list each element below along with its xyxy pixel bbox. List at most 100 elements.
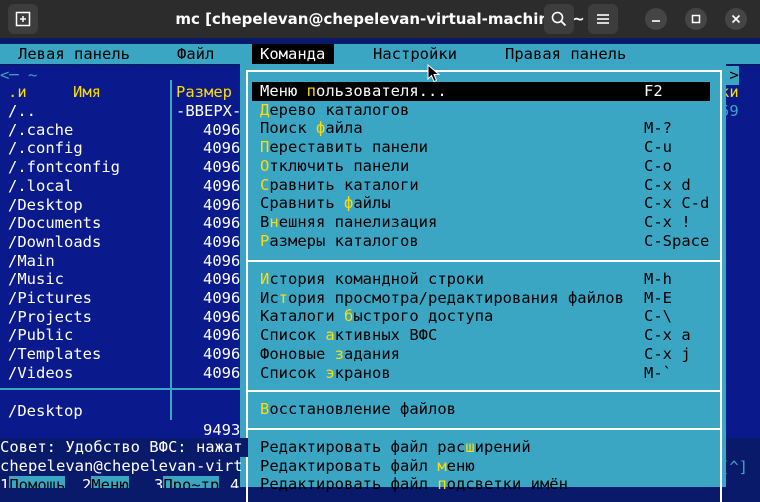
menu-item-hotkey: В: [260, 400, 270, 418]
file-row-name[interactable]: /Documents: [8, 214, 101, 233]
menu-item-text: адания: [344, 344, 400, 363]
file-row-name[interactable]: /.config: [8, 139, 83, 158]
file-row-name[interactable]: /.cache: [8, 121, 73, 140]
menu-item[interactable]: Меню пользователя...: [260, 82, 447, 101]
menu-item-text: Список: [260, 326, 326, 345]
menu-item[interactable]: Список активных ВФС: [260, 326, 437, 345]
menu-item[interactable]: Дерево каталогов: [260, 101, 409, 120]
file-row-name[interactable]: /Desktop: [8, 196, 83, 215]
file-row-name[interactable]: /Projects: [8, 308, 92, 327]
menu-item-shortcut: C-x a: [644, 326, 691, 345]
menu-command-label: Команда: [260, 45, 326, 63]
fkey-label: Про~тр: [163, 476, 220, 488]
menu-item[interactable]: История командной строки: [260, 270, 484, 289]
file-row-name[interactable]: /Music: [8, 270, 64, 289]
menu-item[interactable]: Сравнить файлы: [260, 194, 391, 213]
menu-item[interactable]: Фоновые задания: [260, 345, 400, 364]
menu-item-hotkey: П: [260, 138, 270, 157]
file-row-name[interactable]: /Videos: [8, 364, 73, 383]
menu-file[interactable]: Файл: [177, 45, 214, 64]
menu-item-shortcut: C-x j: [644, 344, 691, 363]
file-row-name[interactable]: /Public: [8, 326, 73, 345]
menu-item-shortcut: C-x !: [644, 212, 691, 231]
menu-button[interactable]: [588, 4, 618, 34]
menu-options[interactable]: Настройки: [373, 45, 457, 64]
file-row-size: 4096: [203, 363, 241, 382]
menu-item[interactable]: Поиск файла: [260, 119, 363, 138]
file-row-size: 4096: [203, 270, 241, 289]
right-panel[interactable]: ]> ки 59 [^]: [720, 66, 760, 476]
menu-item-text: Каталоги: [260, 307, 344, 326]
file-row-size: 4096: [203, 214, 241, 233]
file-row-name[interactable]: /.local: [8, 177, 73, 196]
file-row-name[interactable]: /..: [8, 102, 36, 121]
menu-item[interactable]: Размеры каталогов: [260, 232, 419, 251]
file-row-name[interactable]: /.fontconfig: [8, 158, 120, 177]
file-row-size: 4096: [203, 307, 241, 326]
menu-item-hotkey: н: [269, 212, 279, 231]
column-sort[interactable]: .и: [8, 83, 27, 102]
menu-item-text: Меню: [260, 82, 307, 100]
menu-item-text: Редактировать файл: [260, 456, 438, 475]
menu-separator: [246, 390, 720, 392]
menu-item-text: ктивных ВФС: [334, 326, 438, 345]
close-icon: [731, 14, 741, 24]
menu-item-text: стория командной строки: [269, 270, 484, 288]
file-row-name[interactable]: /Pictures: [8, 289, 92, 308]
menu-item-text: равнить каталоги: [269, 175, 419, 194]
fkey-number: 3: [154, 476, 164, 488]
menu-item-hotkey: ф: [344, 194, 354, 213]
fkey-4[interactable]: 4: [230, 476, 239, 488]
menu-item[interactable]: Отключить панели: [260, 157, 409, 176]
menu-item-text: Поиск: [260, 119, 316, 138]
file-row-name[interactable]: /Main: [8, 252, 55, 271]
menu-item-hotkey: ш: [465, 438, 475, 456]
menu-item[interactable]: Внешняя панелизация: [260, 213, 437, 232]
file-row-name[interactable]: /Templates: [8, 345, 101, 364]
panel-divider: [0, 388, 248, 390]
menu-item-shortcut: C-o: [644, 156, 672, 175]
fkey-1[interactable]: 1Помощь: [0, 476, 66, 488]
menu-left-panel[interactable]: Левая панель: [18, 45, 130, 64]
menu-item[interactable]: Редактировать файл меню: [260, 457, 475, 476]
menu-item[interactable]: Восстановление файлов: [260, 400, 456, 419]
menu-item-hotkey: О: [260, 156, 270, 175]
menu-item-text: ыстрого доступа: [353, 307, 494, 326]
menu-item[interactable]: Список экранов: [260, 364, 391, 383]
maximize-button[interactable]: [685, 8, 707, 30]
menu-item-text: Редактировать файл: [260, 475, 438, 494]
hint-line: Совет: Удобство ВФС: нажат: [0, 438, 248, 457]
menu-item-shortcut: F2: [644, 82, 663, 100]
menu-item[interactable]: Переставить панели: [260, 138, 428, 157]
command-menu-dropdown: Меню пользователя... F2 Дерево каталогов По…: [240, 64, 726, 502]
command-prompt[interactable]: chepelevan@chepelevan-virt: [0, 457, 248, 476]
menu-item-text: Ис: [260, 288, 279, 307]
fkey-2[interactable]: 2Меню: [82, 476, 129, 488]
menu-command[interactable]: Команда: [252, 44, 334, 64]
column-size-header[interactable]: Размер: [176, 83, 232, 102]
left-panel[interactable]: <─ ~ .и Имя Размер /.. -ВВЕРХ- /.cache 4096…: [0, 66, 248, 439]
menu-item-hotkey: Д: [260, 100, 270, 119]
menu-item[interactable]: Каталоги быстрого доступа: [260, 307, 493, 326]
file-row-name[interactable]: /Downloads: [8, 233, 101, 252]
minimize-button[interactable]: [645, 8, 667, 30]
file-row-size: 4096: [203, 195, 241, 214]
close-button[interactable]: [725, 8, 747, 30]
menu-item[interactable]: Сравнить каталоги: [260, 176, 419, 195]
search-button[interactable]: [544, 4, 574, 34]
maximize-icon: [691, 14, 701, 24]
column-name-header[interactable]: Имя: [73, 83, 101, 102]
file-row-size: 4096: [203, 232, 241, 251]
menu-item-text: Список: [260, 363, 326, 382]
menu-item-text: осстановление файлов: [269, 400, 456, 418]
menu-item[interactable]: Редактировать файл подсветки имён: [260, 475, 568, 494]
file-row-size: 4096: [203, 120, 241, 139]
panel-path-header[interactable]: <─ ~: [0, 66, 37, 85]
fkey-number: 4: [230, 476, 240, 488]
fkey-3[interactable]: 3Про~тр: [154, 476, 220, 488]
menu-item[interactable]: Редактировать файл расширений: [260, 438, 531, 457]
function-key-bar: 1Помощь 2Меню 3Про~тр 4: [0, 476, 248, 488]
menu-item[interactable]: История просмотра/редактирования файлов: [260, 289, 624, 308]
menu-right-panel[interactable]: Правая панель: [505, 45, 626, 64]
menu-item-shortcut: C-\: [644, 307, 672, 326]
